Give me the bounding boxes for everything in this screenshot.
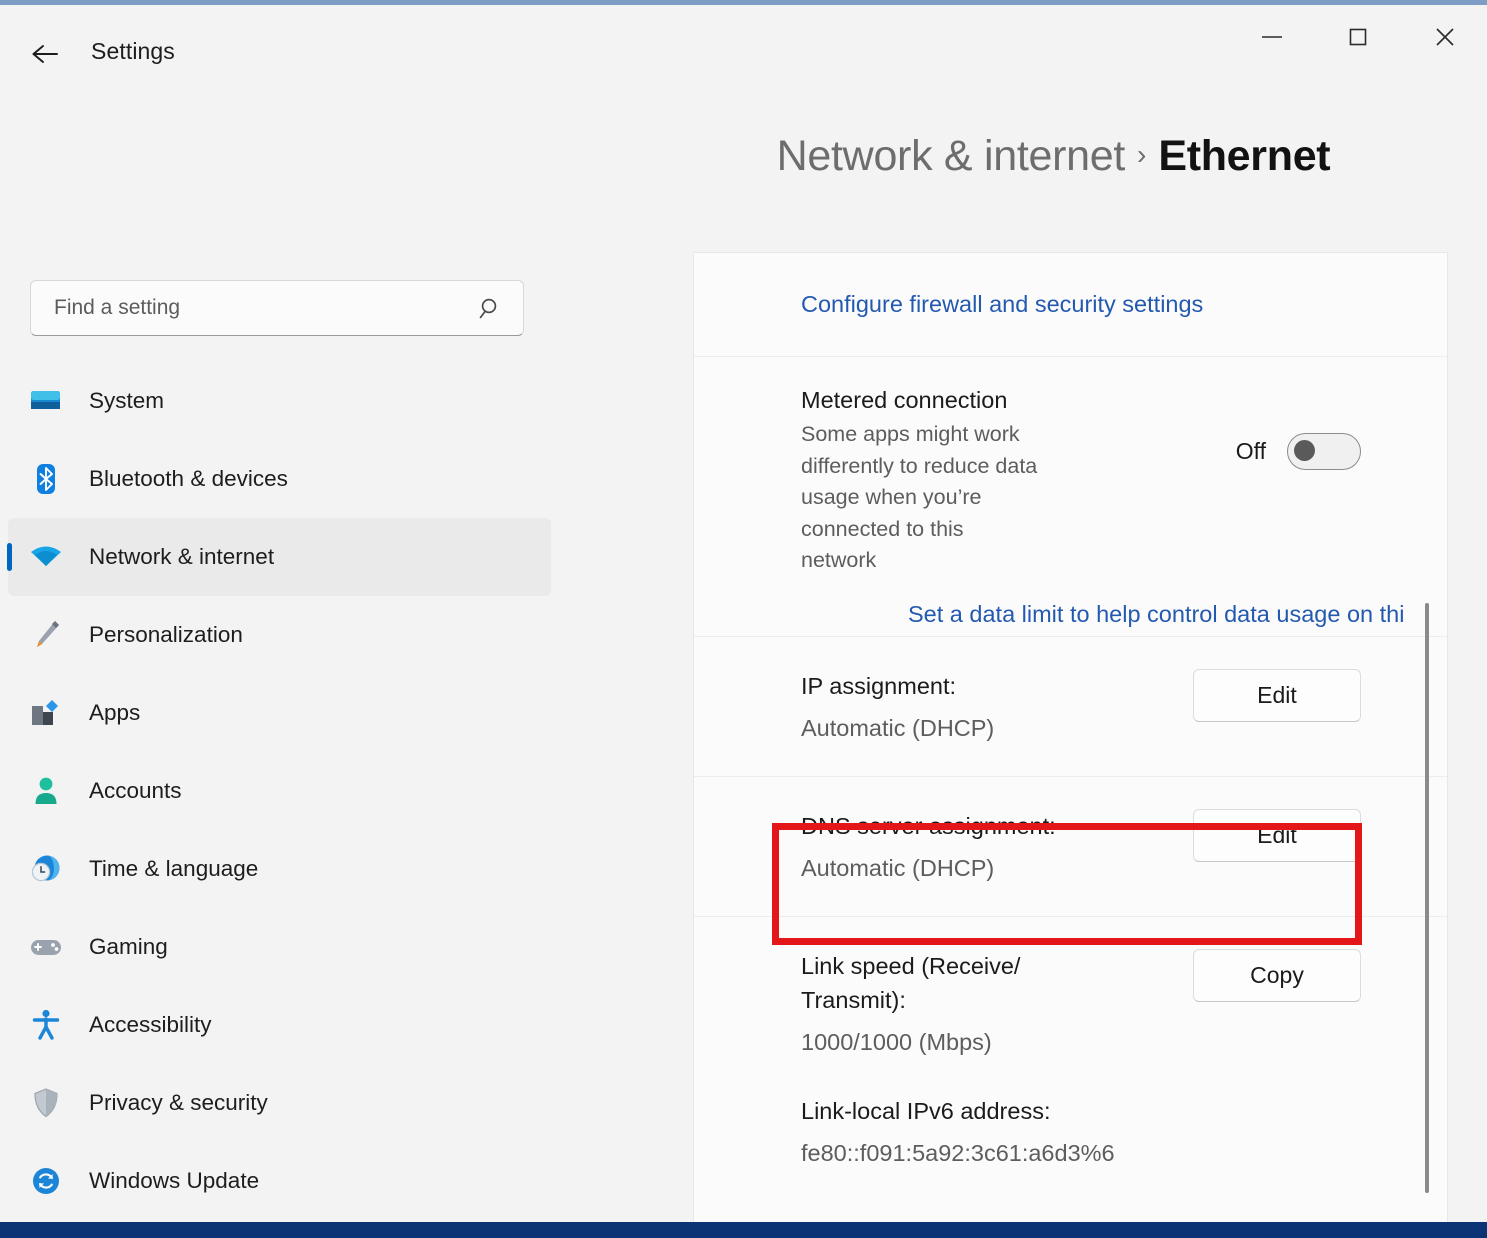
sidebar: System Bluetooth & devices (0, 97, 660, 1222)
sidebar-item-accounts[interactable]: Accounts (8, 752, 551, 830)
refresh-circle-icon (26, 1166, 66, 1196)
link-speed-label: Link speed (Receive/ Transmit): (801, 949, 1071, 1017)
sidebar-item-windows-update[interactable]: Windows Update (8, 1142, 551, 1220)
sidebar-item-system[interactable]: System (8, 362, 551, 440)
link-local-ipv6-value: fe80::f091:5a92:3c61:a6d3%6 (801, 1140, 1447, 1167)
maximize-icon (1347, 26, 1369, 53)
firewall-settings-row[interactable]: Configure firewall and security settings (694, 253, 1447, 356)
sidebar-item-bluetooth-devices[interactable]: Bluetooth & devices (8, 440, 551, 518)
bluetooth-icon (26, 463, 66, 495)
firewall-settings-link[interactable]: Configure firewall and security settings (694, 253, 1447, 356)
page-title: Ethernet (1158, 132, 1330, 180)
minimize-button[interactable] (1238, 10, 1305, 68)
metered-connection-toggle[interactable] (1287, 433, 1361, 470)
close-button[interactable] (1411, 10, 1478, 68)
ip-assignment-row: IP assignment: Automatic (DHCP) Edit (694, 636, 1447, 776)
sidebar-item-label: Bluetooth & devices (89, 466, 288, 492)
maximize-button[interactable] (1324, 10, 1391, 68)
app-title: Settings (91, 38, 175, 65)
link-local-ipv6-row: Link-local IPv6 address: fe80::f091:5a92… (694, 1090, 1447, 1201)
title-bar: Settings (0, 5, 1487, 97)
gamepad-icon (26, 935, 66, 959)
sidebar-item-apps[interactable]: Apps (8, 674, 551, 752)
metered-connection-title: Metered connection (801, 387, 1447, 414)
accessibility-person-icon (26, 1009, 66, 1041)
sidebar-item-label: Accounts (89, 778, 182, 804)
search-icon[interactable] (477, 295, 505, 323)
minimize-icon (1259, 30, 1285, 49)
sidebar-nav-list: System Bluetooth & devices (0, 362, 660, 1220)
back-arrow-icon (30, 42, 60, 66)
sidebar-item-network-internet[interactable]: Network & internet (8, 518, 551, 596)
breadcrumb-parent-link[interactable]: Network & internet (777, 132, 1125, 180)
settings-window: Settings (0, 0, 1487, 1222)
breadcrumb: Network & internet › Ethernet (660, 132, 1447, 181)
sidebar-item-accessibility[interactable]: Accessibility (8, 986, 551, 1064)
metered-connection-toggle-group: Off (1236, 433, 1361, 470)
dns-server-assignment-label: DNS server assignment: (801, 809, 1071, 843)
wifi-icon (26, 544, 66, 570)
sidebar-item-label: Accessibility (89, 1012, 212, 1038)
sidebar-item-label: Privacy & security (89, 1090, 268, 1116)
sidebar-item-personalization[interactable]: Personalization (8, 596, 551, 674)
chevron-right-icon: › (1137, 139, 1146, 170)
settings-panel: Configure firewall and security settings… (693, 252, 1448, 1222)
scrollbar-track[interactable] (1419, 253, 1435, 1222)
person-icon (26, 776, 66, 806)
back-button[interactable] (22, 31, 68, 77)
sidebar-item-label: Windows Update (89, 1168, 259, 1194)
sidebar-item-label: Gaming (89, 934, 168, 960)
apps-grid-icon (26, 698, 66, 728)
close-icon (1433, 25, 1457, 54)
main-content: Network & internet › Ethernet Configure fi… (660, 97, 1487, 1222)
scrollbar-thumb[interactable] (1425, 603, 1429, 1193)
shield-icon (26, 1087, 66, 1119)
ip-assignment-label: IP assignment: (801, 669, 1071, 703)
link-local-ipv6-label: Link-local IPv6 address: (801, 1094, 1071, 1128)
sidebar-item-label: Network & internet (89, 544, 274, 570)
toggle-knob (1294, 440, 1315, 461)
desktop-background: Settings (0, 0, 1487, 1238)
sidebar-item-label: System (89, 388, 164, 414)
link-speed-value: 1000/1000 (Mbps) (801, 1029, 1447, 1056)
dns-server-assignment-row: DNS server assignment: Automatic (DHCP) … (694, 776, 1447, 916)
metered-connection-description: Some apps might work differently to redu… (801, 419, 1041, 577)
sidebar-item-label: Personalization (89, 622, 243, 648)
sidebar-item-label: Apps (89, 700, 140, 726)
link-speed-row: Link speed (Receive/ Transmit): 1000/100… (694, 916, 1447, 1090)
clock-globe-icon (26, 853, 66, 885)
search-input[interactable] (52, 295, 456, 321)
search-box[interactable] (30, 280, 524, 336)
dns-server-assignment-edit-button[interactable]: Edit (1193, 809, 1361, 862)
ip-assignment-edit-button[interactable]: Edit (1193, 669, 1361, 722)
paintbrush-icon (26, 619, 66, 651)
metered-toggle-state-label: Off (1236, 438, 1266, 465)
sidebar-item-gaming[interactable]: Gaming (8, 908, 551, 986)
sidebar-item-label: Time & language (89, 856, 258, 882)
link-speed-copy-button[interactable]: Copy (1193, 949, 1361, 1002)
metered-connection-row: Metered connection Some apps might work … (694, 356, 1447, 636)
sidebar-item-privacy-security[interactable]: Privacy & security (8, 1064, 551, 1142)
sidebar-item-time-language[interactable]: Time & language (8, 830, 551, 908)
display-monitor-icon (26, 388, 66, 414)
